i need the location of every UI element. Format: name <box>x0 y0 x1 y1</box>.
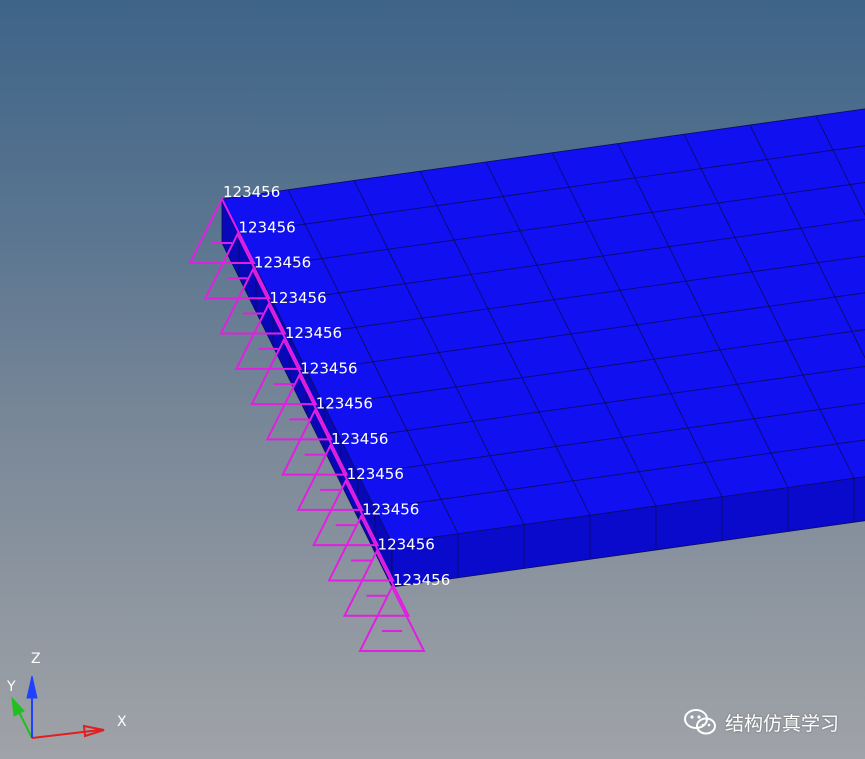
watermark-text: 结构仿真学习 <box>724 712 839 735</box>
axis-triad: X Y Z <box>6 651 127 739</box>
x-axis-label: X <box>117 714 127 730</box>
dof-label: 123456 <box>393 571 450 589</box>
dof-label: 123456 <box>223 183 280 201</box>
wechat-icon <box>683 709 716 735</box>
y-axis-label: Y <box>6 679 16 695</box>
watermark: 结构仿真学习 <box>683 707 839 737</box>
dof-label: 123456 <box>347 465 404 483</box>
dof-label: 123456 <box>300 359 357 377</box>
dof-label: 123456 <box>285 324 342 342</box>
dof-label: 123456 <box>269 289 326 307</box>
dof-label: 123456 <box>331 430 388 448</box>
plate-mesh <box>221 108 865 588</box>
graphics-viewport[interactable]: 123456 123456 123456 123456 123456 123456 1234… <box>0 0 865 759</box>
dof-label: 123456 <box>378 536 435 554</box>
z-axis-arrow <box>26 675 38 699</box>
dof-label: 123456 <box>362 500 419 518</box>
y-axis-arrow <box>11 696 25 717</box>
dof-label: 123456 <box>238 218 295 236</box>
dof-label: 123456 <box>316 395 373 413</box>
dof-label: 123456 <box>254 254 311 272</box>
z-axis-label: Z <box>31 651 41 667</box>
